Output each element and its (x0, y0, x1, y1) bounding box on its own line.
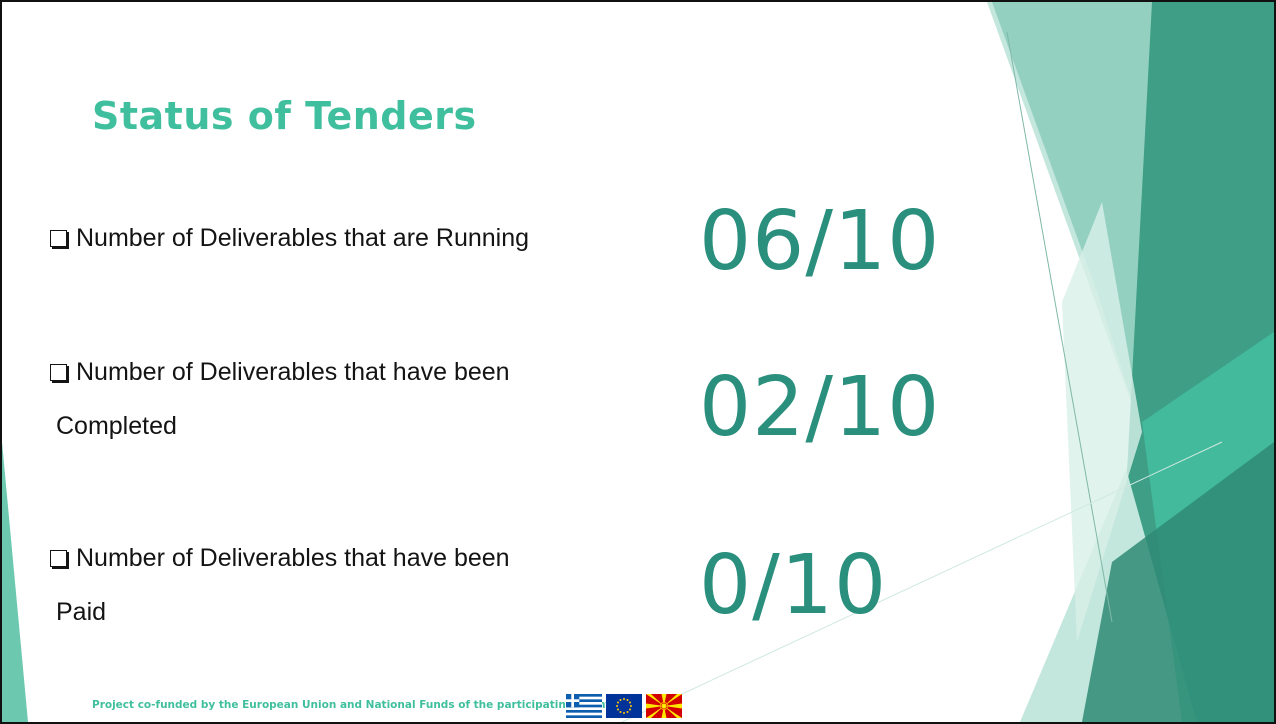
deco-left-strip (2, 442, 28, 722)
deliverables-completed-item: Number of Deliverables that have been Co… (50, 348, 690, 450)
checkbox-icon (50, 230, 67, 247)
deliverables-running-value: 06/10 (699, 194, 941, 289)
item-label: Number of Deliverables that have been (76, 358, 510, 386)
deliverables-completed-value: 02/10 (699, 360, 941, 455)
deliverables-running-item: Number of Deliverables that are Running (50, 214, 690, 262)
funding-footer: Project co-funded by the European Union … (92, 699, 633, 711)
item-line: Number of Deliverables that have been (50, 348, 690, 396)
slide-title: Status of Tenders (92, 94, 477, 138)
item-line: Number of Deliverables that are Running (50, 214, 690, 262)
item-line: Number of Deliverables that have been (50, 534, 690, 582)
greece-flag-icon (566, 694, 602, 718)
checkbox-icon (50, 550, 67, 567)
north-macedonia-flag-icon (646, 694, 682, 718)
european-union-flag-icon (606, 694, 642, 718)
item-label: Number of Deliverables that are Running (76, 224, 530, 252)
item-continuation: Paid (56, 598, 107, 626)
checkbox-icon (50, 364, 67, 381)
slide: Status of Tenders Number of Deliverables… (0, 0, 1276, 724)
item-label: Number of Deliverables that have been (76, 544, 510, 572)
deliverables-paid-value: 0/10 (699, 538, 888, 633)
deliverables-paid-item: Number of Deliverables that have been Pa… (50, 534, 690, 636)
item-continuation: Completed (56, 412, 177, 440)
